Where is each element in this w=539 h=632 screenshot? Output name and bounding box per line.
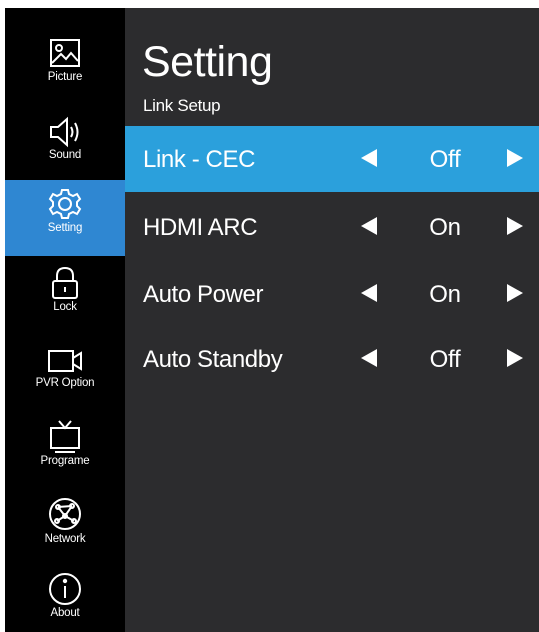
sidebar-item-label: Programe [40, 455, 90, 467]
setting-row-link-cec[interactable]: Link - CEC Off [125, 126, 539, 192]
sidebar-item-pvr-option[interactable]: PVR Option [5, 346, 125, 412]
tv-icon [48, 418, 82, 454]
settings-panel: Setting Link Setup Link - CEC Off HDMI A… [125, 8, 539, 632]
sidebar-item-about[interactable]: About [5, 572, 125, 632]
arrow-left-icon[interactable] [361, 149, 377, 167]
sidebar-item-label: Sound [48, 149, 82, 161]
lock-icon [50, 266, 80, 300]
arrow-right-icon[interactable] [507, 217, 523, 235]
setting-value: Off [429, 346, 461, 373]
sidebar-item-label: Picture [47, 71, 83, 83]
sidebar-item-label: Lock [53, 301, 77, 313]
picture-icon [48, 36, 82, 70]
tv-menu-screen: Picture Sound Setting Lock PVR Option Pr… [5, 8, 539, 632]
setting-value: On [429, 281, 461, 308]
sidebar-item-label: Setting [47, 222, 83, 234]
gear-icon [48, 187, 82, 221]
setting-label: HDMI ARC [143, 214, 258, 241]
setting-value: On [429, 214, 461, 241]
video-camera-icon [47, 346, 83, 376]
setting-label: Auto Power [143, 281, 264, 308]
sidebar-item-setting[interactable]: Setting [5, 180, 125, 256]
sidebar-item-label: Network [44, 533, 86, 545]
sidebar-item-programe[interactable]: Programe [5, 418, 125, 490]
sidebar: Picture Sound Setting Lock PVR Option Pr… [5, 8, 125, 632]
globe-icon [47, 496, 83, 532]
setting-label: Auto Standby [143, 346, 283, 373]
arrow-left-icon[interactable] [361, 284, 377, 302]
arrow-right-icon[interactable] [507, 349, 523, 367]
sidebar-item-label: About [50, 607, 80, 619]
setting-row-auto-power[interactable]: Auto Power On [125, 261, 539, 327]
setting-label: Link - CEC [143, 146, 256, 173]
speaker-icon [48, 116, 82, 148]
page-title: Setting [142, 38, 273, 86]
sidebar-item-network[interactable]: Network [5, 496, 125, 566]
page-subtitle: Link Setup [143, 96, 221, 115]
arrow-right-icon[interactable] [507, 149, 523, 167]
arrow-left-icon[interactable] [361, 217, 377, 235]
sidebar-item-picture[interactable]: Picture [5, 36, 125, 106]
info-icon [48, 572, 82, 606]
sidebar-item-lock[interactable]: Lock [5, 266, 125, 332]
setting-row-hdmi-arc[interactable]: HDMI ARC On [125, 194, 539, 260]
setting-value: Off [429, 146, 461, 173]
arrow-left-icon[interactable] [361, 349, 377, 367]
sidebar-item-label: PVR Option [35, 377, 95, 389]
setting-row-auto-standby[interactable]: Auto Standby Off [125, 326, 539, 392]
arrow-right-icon[interactable] [507, 284, 523, 302]
sidebar-item-sound[interactable]: Sound [5, 116, 125, 182]
